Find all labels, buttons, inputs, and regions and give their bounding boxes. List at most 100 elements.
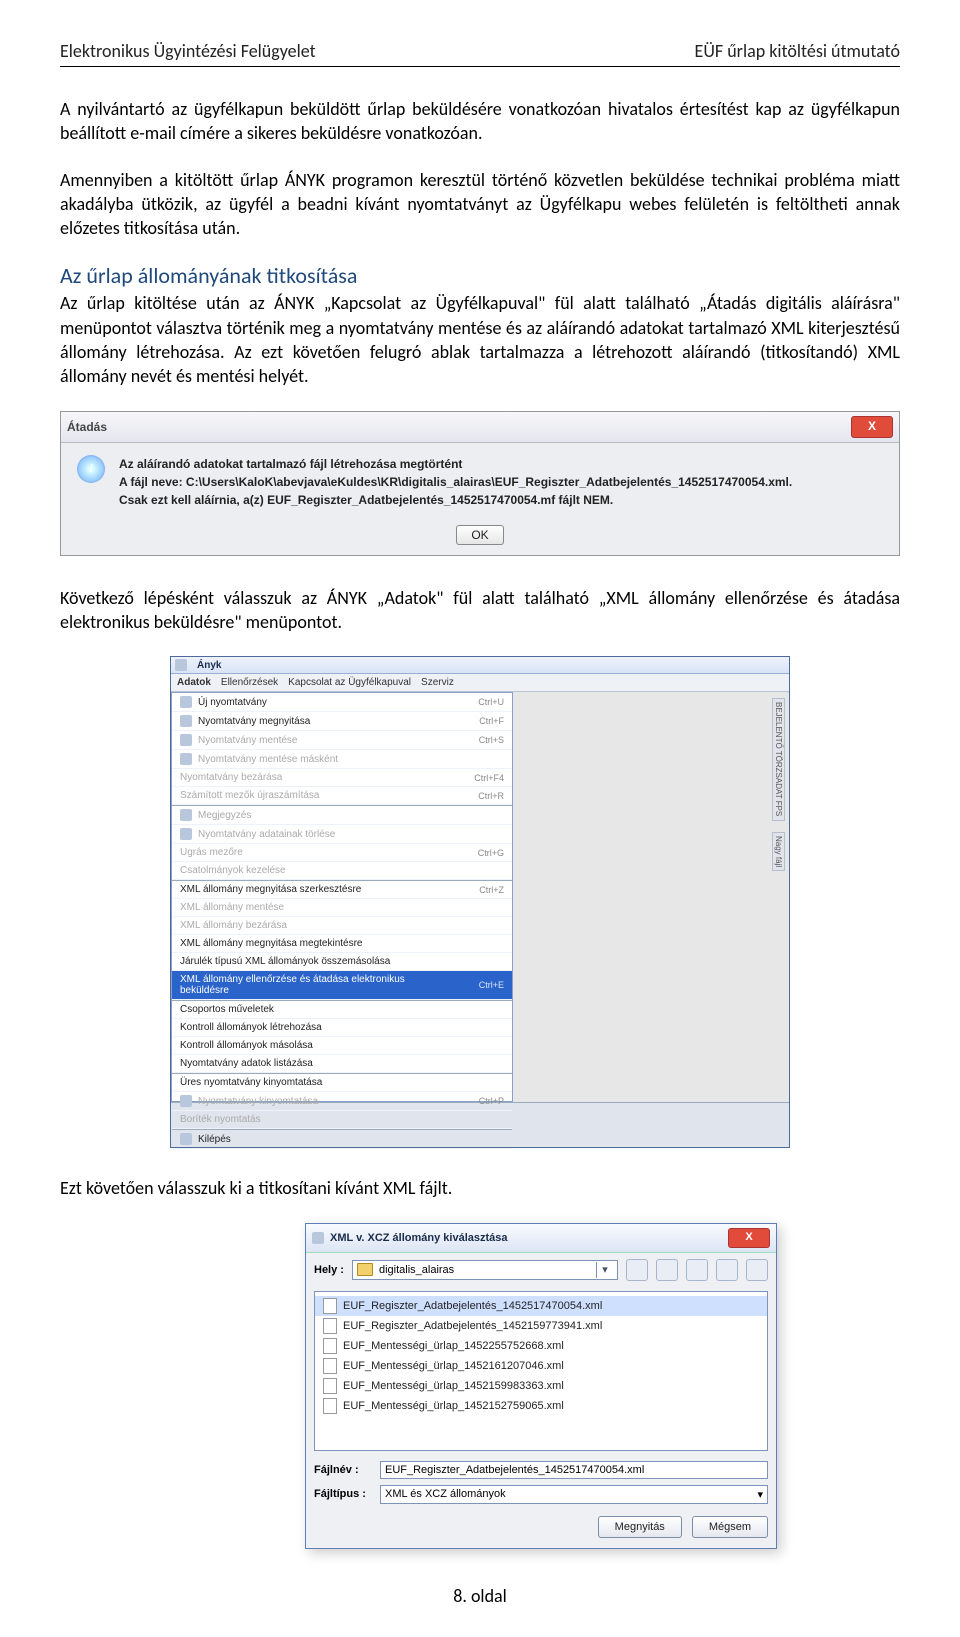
- anyk-menu-item[interactable]: Csoportos műveletek: [172, 1000, 512, 1019]
- menu-item-icon: [180, 715, 192, 727]
- file-row[interactable]: EUF_Mentességi_ürlap_1452255752668.xml: [315, 1336, 767, 1356]
- info-icon: i: [77, 455, 105, 483]
- anyk-menu-item: Számított mezők újraszámításaCtrl+R: [172, 787, 512, 805]
- anyk-menu-item: XML állomány bezárása: [172, 917, 512, 935]
- menu-item-label: Üres nyomtatvány kinyomtatása: [180, 1077, 322, 1088]
- new-folder-icon[interactable]: [686, 1259, 708, 1281]
- anyk-menu-item: Csatolmányok kezelése: [172, 862, 512, 880]
- dialog-line2: A fájl neve: C:\Users\KaloK\abevjava\eKu…: [119, 473, 792, 491]
- doc-header-left: Elektronikus Ügyintézési Felügyelet: [60, 40, 316, 62]
- menu-item-label: Megjegyzés: [198, 810, 251, 821]
- file-icon: [323, 1358, 337, 1374]
- file-row[interactable]: EUF_Mentességi_ürlap_1452152759065.xml: [315, 1396, 767, 1416]
- paragraph-4: Következő lépésként válasszuk az ÁNYK „A…: [60, 586, 900, 635]
- location-combo[interactable]: digitalis_alairas ▾: [352, 1260, 618, 1280]
- anyk-menu-item[interactable]: XML állomány megnyitása megtekintésre: [172, 935, 512, 953]
- anyk-menu-item[interactable]: Járulék típusú XML állományok összemásol…: [172, 953, 512, 971]
- anyk-menu-kapcsolat[interactable]: Kapcsolat az Ügyfélkapuval: [288, 677, 411, 688]
- ok-button[interactable]: OK: [456, 525, 503, 545]
- menu-item-label: Kontroll állományok létrehozása: [180, 1022, 322, 1033]
- file-row[interactable]: EUF_Mentességi_ürlap_1452159983363.xml: [315, 1376, 767, 1396]
- section-heading-encryption: Az űrlap állományának titkosítása: [60, 262, 900, 289]
- menu-item-label: Nyomtatvány kinyomtatása: [198, 1096, 318, 1107]
- open-button[interactable]: Megnyitás: [598, 1516, 682, 1538]
- anyk-menu-item[interactable]: Nyomtatvány adatok listázása: [172, 1055, 512, 1073]
- up-folder-icon[interactable]: [626, 1259, 648, 1281]
- anyk-menu-item[interactable]: Új nyomtatványCtrl+U: [172, 693, 512, 712]
- anyk-menu-item[interactable]: XML állomány ellenőrzése és átadása elek…: [172, 971, 512, 1000]
- menu-item-shortcut: Ctrl+G: [478, 848, 504, 858]
- anyk-menu-item[interactable]: Kilépés: [172, 1129, 512, 1149]
- list-view-icon[interactable]: [716, 1259, 738, 1281]
- menu-item-label: Nyomtatvány mentése: [198, 735, 298, 746]
- anyk-menu-ellenorzesek[interactable]: Ellenőrzések: [221, 677, 278, 688]
- detail-view-icon[interactable]: [746, 1259, 768, 1281]
- chevron-down-icon[interactable]: ▾: [757, 1488, 763, 1501]
- file-name: EUF_Regiszter_Adatbejelentés_14525174700…: [343, 1300, 602, 1312]
- anyk-menu-item: Nyomtatvány kinyomtatásaCtrl+P: [172, 1092, 512, 1111]
- file-name: EUF_Mentességi_ürlap_1452159983363.xml: [343, 1380, 564, 1392]
- menu-item-shortcut: Ctrl+F4: [474, 773, 504, 783]
- cancel-button[interactable]: Mégsem: [692, 1516, 768, 1538]
- dialog-atalas: Átadás X i Az aláírandó adatokat tartalm…: [60, 411, 900, 556]
- dialog-line3: Csak ezt kell aláírnia, a(z) EUF_Regiszt…: [119, 491, 792, 509]
- file-icon: [323, 1398, 337, 1414]
- anyk-side-tab-2[interactable]: Nagy fájl: [772, 832, 785, 871]
- anyk-menu-item: Boríték nyomtatás: [172, 1111, 512, 1129]
- menu-item-label: XML állomány ellenőrzése és átadása elek…: [180, 974, 440, 996]
- file-name: EUF_Mentességi_ürlap_1452161207046.xml: [343, 1360, 564, 1372]
- menu-item-shortcut: Ctrl+F: [479, 716, 504, 726]
- anyk-menu-item[interactable]: Kontroll állományok másolása: [172, 1037, 512, 1055]
- anyk-menu-item: Nyomtatvány mentése másként: [172, 750, 512, 769]
- menu-item-shortcut: Ctrl+S: [479, 735, 504, 745]
- file-list[interactable]: EUF_Regiszter_Adatbejelentés_14525174700…: [314, 1291, 768, 1451]
- menu-item-label: Boríték nyomtatás: [180, 1114, 261, 1125]
- anyk-menu-szerviz[interactable]: Szerviz: [421, 677, 454, 688]
- file-name: EUF_Regiszter_Adatbejelentés_14521597739…: [343, 1320, 602, 1332]
- menu-item-label: Nyomtatvány mentése másként: [198, 754, 338, 765]
- anyk-menubar[interactable]: Adatok Ellenőrzések Kapcsolat az Ügyfélk…: [171, 674, 789, 692]
- doc-header-right: EÜF űrlap kitöltési útmutató: [695, 40, 900, 62]
- file-icon: [323, 1298, 337, 1314]
- file-row[interactable]: EUF_Regiszter_Adatbejelentés_14521597739…: [315, 1316, 767, 1336]
- home-icon[interactable]: [656, 1259, 678, 1281]
- menu-item-label: Ugrás mezőre: [180, 847, 243, 858]
- menu-item-shortcut: Ctrl+U: [478, 697, 504, 707]
- file-name: EUF_Mentességi_ürlap_1452255752668.xml: [343, 1340, 564, 1352]
- file-open-dialog: XML v. XCZ állomány kiválasztása X Hely …: [305, 1223, 777, 1549]
- menu-item-label: Járulék típusú XML állományok összemásol…: [180, 956, 390, 967]
- menu-item-label: Csatolmányok kezelése: [180, 865, 286, 876]
- paragraph-3: Az űrlap kitöltése után az ÁNYK „Kapcsol…: [60, 291, 900, 388]
- chevron-down-icon[interactable]: ▾: [596, 1262, 613, 1278]
- menu-item-shortcut: Ctrl+E: [479, 980, 504, 990]
- anyk-menu-item[interactable]: Nyomtatvány megnyitása Ctrl+F: [172, 712, 512, 731]
- location-label: Hely :: [314, 1264, 344, 1276]
- close-icon[interactable]: X: [728, 1228, 770, 1248]
- close-icon[interactable]: X: [851, 416, 893, 438]
- filetype-combo[interactable]: XML és XCZ állományok ▾: [380, 1485, 768, 1504]
- menu-item-label: Csoportos műveletek: [180, 1004, 274, 1015]
- anyk-menu-item: Megjegyzés: [172, 805, 512, 825]
- menu-item-label: Nyomtatvány megnyitása: [198, 716, 310, 727]
- menu-item-label: Nyomtatvány bezárása: [180, 772, 282, 783]
- filename-input[interactable]: EUF_Regiszter_Adatbejelentés_14525174700…: [380, 1461, 768, 1479]
- anyk-menu-item: Ugrás mezőre Ctrl+G: [172, 844, 512, 862]
- menu-item-label: XML állomány bezárása: [180, 920, 287, 931]
- dialog-line1: Az aláírandó adatokat tartalmazó fájl lé…: [119, 455, 792, 473]
- menu-item-label: Nyomtatvány adatainak törlése: [198, 829, 335, 840]
- paragraph-5: Ezt követően válasszuk ki a titkosítani …: [60, 1176, 900, 1200]
- anyk-menu-item[interactable]: Kontroll állományok létrehozása: [172, 1019, 512, 1037]
- anyk-app-icon: [175, 659, 187, 671]
- anyk-menu-adatok[interactable]: Adatok: [177, 677, 211, 688]
- menu-item-label: Kilépés: [198, 1134, 231, 1145]
- menu-item-label: XML állomány mentése: [180, 902, 284, 913]
- anyk-menu-item: Nyomtatvány bezárása Ctrl+F4: [172, 769, 512, 787]
- file-row[interactable]: EUF_Mentességi_ürlap_1452161207046.xml: [315, 1356, 767, 1376]
- menu-item-label: XML állomány megnyitása szerkesztésre: [180, 884, 361, 895]
- anyk-menu-item[interactable]: XML állomány megnyitása szerkesztésreCtr…: [172, 880, 512, 899]
- page-number: 8. oldal: [60, 1585, 900, 1607]
- anyk-window: Ányk Adatok Ellenőrzések Kapcsolat az Üg…: [170, 656, 790, 1148]
- file-row[interactable]: EUF_Regiszter_Adatbejelentés_14525174700…: [315, 1296, 767, 1316]
- anyk-side-tab-1[interactable]: BEJELENTŐ TÖRZSADAT FPS: [772, 698, 785, 820]
- anyk-menu-item[interactable]: Üres nyomtatvány kinyomtatása: [172, 1073, 512, 1092]
